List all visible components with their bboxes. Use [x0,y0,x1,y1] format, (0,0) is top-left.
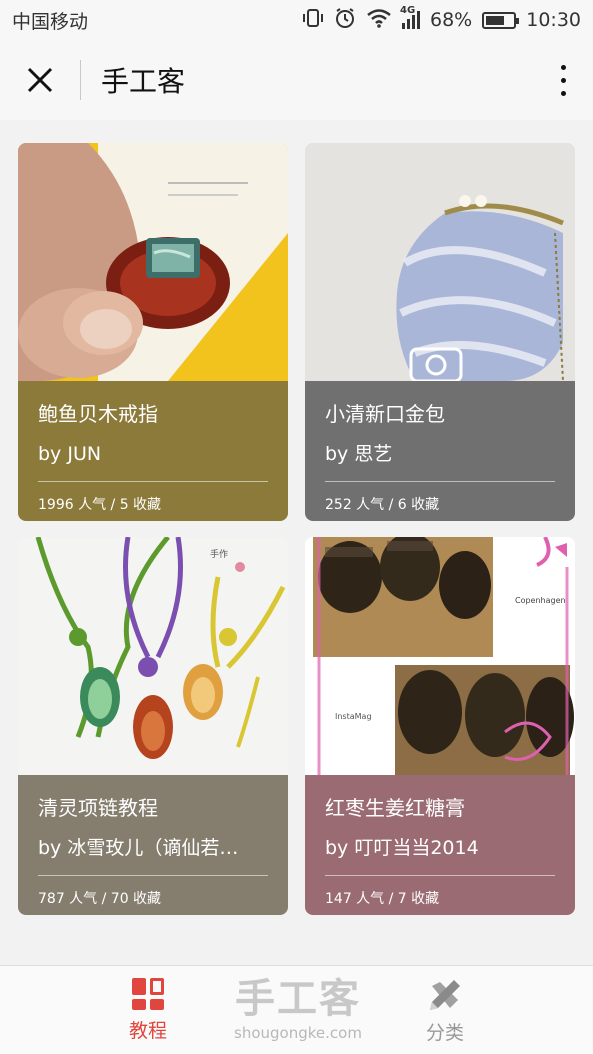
battery-icon [482,11,520,29]
card-stats: 252 人气 / 6 收藏 [325,497,440,513]
tools-icon [430,980,460,1010]
card-author: by 叮叮当当2014 [325,837,479,859]
tab-tutorial[interactable]: 教程 [108,978,188,1043]
card-author: by JUN [38,443,102,465]
close-button[interactable] [0,40,80,120]
card-author: by 冰雪玫儿（谪仙若… [38,837,239,859]
card-stats: 1996 人气 / 5 收藏 [38,497,162,513]
cell-signal-icon: 4G [400,5,420,29]
vibrate-icon [302,8,324,33]
bottom-tab-bar: 教程 手工客 shougongke.com 分类 [0,965,593,1054]
tutorial-card[interactable]: 鲍鱼贝木戒指 by JUN 1996 人气 / 5 收藏 [18,143,288,521]
brand-domain: shougongke.com [234,1024,362,1042]
tab-category[interactable]: 分类 [405,978,485,1045]
alarm-icon [334,7,356,34]
tutorial-card[interactable]: 手作 清灵项链教程 by 冰雪玫儿（谪仙若… 787 人气 / 70 收藏 [18,537,288,915]
carrier-name: 中国移动 [12,10,89,33]
grid-icon [132,978,164,1010]
app-header: 手工客 [0,40,593,120]
tutorial-card[interactable]: 小清新口金包 by 思艺 252 人气 / 6 收藏 [305,143,575,521]
status-bar: 中国移动 4G 68% 10:30 [0,0,593,40]
page-title: 手工客 [101,65,186,98]
clock: 10:30 [526,9,581,31]
tutorial-grid: 鲍鱼贝木戒指 by JUN 1996 人气 / 5 收藏 小清新口金包 by 思… [18,143,575,915]
wifi-icon [366,8,392,33]
tutorial-card[interactable]: Copenhagen InstaMag 红枣生姜红糖膏 by 叮叮当当2014 … [305,537,575,915]
card-divider [38,875,268,876]
card-title: 小清新口金包 [325,402,445,426]
card-author: by 思艺 [325,443,393,465]
network-type: 4G [400,5,416,16]
tutorial-thumbnail [18,143,288,381]
brand-logo-text: 手工客 [235,976,361,1022]
card-divider [325,875,555,876]
card-divider [325,481,555,482]
card-stats: 787 人气 / 70 收藏 [38,891,162,907]
close-icon [27,67,53,93]
card-title: 红枣生姜红糖膏 [325,796,465,820]
battery-percent: 68% [430,9,473,31]
card-divider [38,481,268,482]
tutorial-thumbnail [305,143,575,381]
tutorial-thumbnail: 手作 [18,537,288,775]
more-vertical-icon [560,64,566,70]
instamag-label: InstaMag [335,712,372,721]
tutorial-thumbnail: Copenhagen InstaMag [305,537,575,775]
tab-category-label: 分类 [425,1022,464,1044]
card-title: 清灵项链教程 [38,796,158,820]
battery-fill [486,15,504,25]
svg-text:手作: 手作 [210,548,228,560]
brand-logo: 手工客 shougongke.com [228,976,368,1042]
more-options-button[interactable] [533,40,593,120]
card-title: 鲍鱼贝木戒指 [38,402,158,426]
card-stats: 147 人气 / 7 收藏 [325,891,440,907]
copenhagen-label: Copenhagen [515,596,566,605]
tab-tutorial-label: 教程 [128,1020,167,1042]
